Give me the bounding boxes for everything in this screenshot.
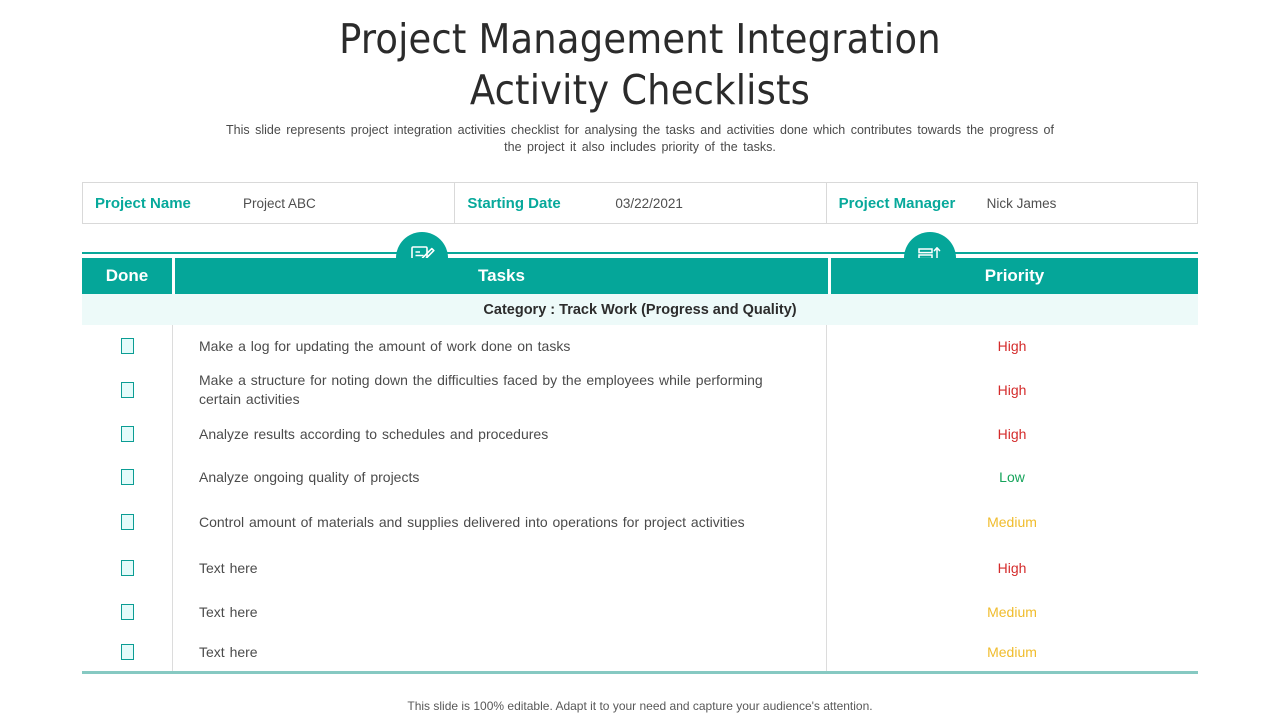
table-top-rule (82, 252, 1198, 254)
column-header-done[interactable]: Done (82, 258, 172, 294)
task-checkbox[interactable] (120, 382, 134, 398)
category-band: Category : Track Work (Progress and Qual… (82, 294, 1198, 325)
table-row: Analyze ongoing quality of projects Low (82, 455, 1198, 499)
header-divider-right (828, 258, 831, 294)
page-title: Project Management Integration Activity … (260, 14, 1020, 116)
table-row: Text here Medium (82, 633, 1198, 671)
task-checkbox[interactable] (120, 469, 134, 485)
priority-value: High (997, 382, 1027, 398)
done-cell (82, 469, 172, 485)
table-row: Make a log for updating the amount of wo… (82, 325, 1198, 367)
table-body: Make a log for updating the amount of wo… (82, 325, 1198, 674)
table-row: Text here Medium (82, 591, 1198, 633)
info-cell-project-name: Project Name Project ABC (83, 183, 454, 223)
task-checkbox[interactable] (120, 604, 134, 620)
project-name-value: Project ABC (243, 195, 316, 211)
column-header-tasks[interactable]: Tasks (175, 258, 828, 294)
priority-value: High (997, 338, 1027, 354)
priority-value: Low (999, 469, 1025, 485)
page-subtitle: This slide represents project integratio… (226, 123, 1054, 154)
task-description: Text here (199, 643, 258, 660)
table-row: Text here High (82, 545, 1198, 591)
slide-footer: This slide is 100% editable. Adapt it to… (407, 699, 873, 713)
done-cell (82, 382, 172, 398)
title-block: Project Management Integration Activity … (0, 0, 1280, 155)
page-title-line1: Project Management Integration (339, 15, 941, 63)
task-description: Text here (199, 603, 258, 620)
task-checkbox[interactable] (120, 644, 134, 660)
task-checkbox[interactable] (120, 560, 134, 576)
priority-value: Medium (987, 604, 1037, 620)
done-cell (82, 644, 172, 660)
table-bottom-rule (82, 671, 1198, 674)
table-row: Make a structure for noting down the dif… (82, 367, 1198, 413)
project-name-label: Project Name (95, 194, 191, 212)
task-description: Control amount of materials and supplies… (199, 513, 745, 530)
task-description: Make a log for updating the amount of wo… (199, 337, 571, 354)
done-cell (82, 604, 172, 620)
project-info-bar: Project Name Project ABC Starting Date 0… (82, 182, 1198, 224)
task-description: Make a structure for noting down the dif… (199, 372, 763, 407)
starting-date-label: Starting Date (467, 194, 561, 212)
task-checkbox[interactable] (120, 514, 134, 530)
priority-value: Medium (987, 514, 1037, 530)
info-cell-starting-date: Starting Date 03/22/2021 (454, 183, 825, 223)
done-cell (82, 514, 172, 530)
project-manager-label: Project Manager (838, 194, 956, 212)
header-divider-left (172, 258, 175, 294)
table-row: Analyze results according to schedules a… (82, 413, 1198, 455)
task-description: Analyze ongoing quality of projects (199, 468, 420, 485)
task-description: Text here (199, 559, 258, 576)
table-row: Control amount of materials and supplies… (82, 499, 1198, 545)
task-checkbox[interactable] (120, 338, 134, 354)
priority-value: High (997, 560, 1027, 576)
starting-date-value: 03/22/2021 (615, 195, 683, 211)
priority-value: High (997, 426, 1027, 442)
page-title-line2: Activity Checklists (469, 66, 811, 114)
done-cell (82, 560, 172, 576)
column-header-priority[interactable]: Priority (831, 258, 1198, 294)
task-checkbox[interactable] (120, 426, 134, 442)
project-manager-value: Nick James (986, 195, 1057, 211)
task-description: Analyze results according to schedules a… (199, 425, 549, 442)
info-cell-project-manager: Project Manager Nick James (825, 183, 1197, 223)
done-cell (82, 426, 172, 442)
done-cell (82, 338, 172, 354)
table-header-row: Done Tasks Priority (82, 258, 1198, 294)
priority-value: Medium (987, 644, 1037, 660)
